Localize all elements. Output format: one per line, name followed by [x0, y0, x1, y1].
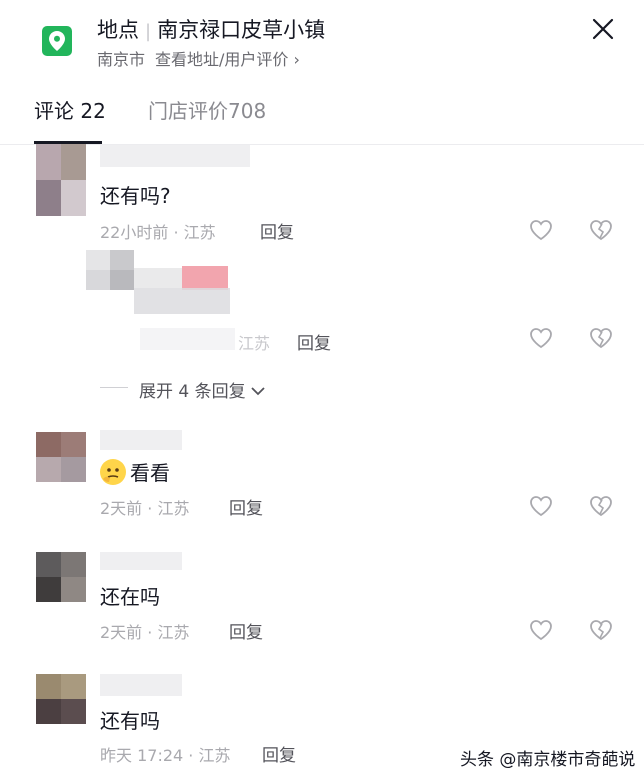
tab-comments[interactable]: 评论 22 [34, 95, 106, 124]
expand-replies-button[interactable]: 展开 4 条回复 [139, 377, 265, 402]
view-address-link[interactable]: 查看地址/用户评价 › [155, 50, 300, 69]
dislike-icon[interactable] [588, 618, 614, 642]
place-subtitle: 南京市 查看地址/用户评价 › [97, 46, 300, 70]
dislike-icon[interactable] [588, 494, 614, 518]
place-title: 地点 | 南京禄口皮草小镇 [97, 18, 326, 42]
heart-icon[interactable] [528, 618, 554, 642]
close-button[interactable] [588, 14, 618, 44]
reply-button[interactable]: 回复 [260, 218, 294, 243]
avatar[interactable] [36, 432, 86, 482]
heart-icon[interactable] [528, 494, 554, 518]
reply-badge-blurred [182, 266, 228, 290]
tab-divider [0, 144, 644, 145]
chevron-down-icon [251, 387, 265, 396]
avatar[interactable] [36, 674, 86, 724]
place-name: 南京禄口皮草小镇 [157, 18, 326, 42]
city-label: 南京市 [97, 50, 146, 69]
tab-store-reviews[interactable]: 门店评价708 [148, 95, 266, 124]
watermark: 头条 @南京楼市奇葩说 [460, 750, 636, 770]
comment-text: 还有吗 [100, 709, 160, 733]
reply-button[interactable]: 回复 [262, 741, 296, 766]
reply-text-blurred [134, 288, 230, 314]
comment-meta: 昨天 17:24 · 江苏 [100, 746, 231, 765]
reply-avatar[interactable] [86, 250, 134, 290]
comment-meta: 2天前 · 江苏 [100, 623, 190, 642]
username-blurred[interactable] [100, 552, 182, 570]
avatar[interactable] [36, 552, 86, 602]
comment-meta: 2天前 · 江苏 [100, 499, 190, 518]
comment-text: 还在吗 [100, 585, 160, 609]
reply-meta-blurred [140, 328, 235, 350]
comment-meta: 22小时前 · 江苏 [100, 223, 216, 242]
dislike-icon[interactable] [588, 326, 614, 350]
expand-replies-label: 展开 4 条回复 [139, 382, 246, 402]
username-blurred[interactable] [100, 145, 250, 167]
comment-text: 还有吗? [100, 184, 171, 208]
comment-text-label: 看看 [130, 461, 170, 485]
reply-meta: 江苏 [238, 334, 271, 353]
heart-icon[interactable] [528, 326, 554, 350]
close-icon [592, 18, 614, 40]
thinking-emoji-icon [100, 459, 126, 485]
location-label: 地点 [97, 18, 139, 42]
username-blurred[interactable] [100, 674, 182, 696]
reply-username-blurred [134, 268, 182, 288]
heart-icon[interactable] [528, 218, 554, 242]
avatar[interactable] [36, 144, 86, 216]
username-blurred[interactable] [100, 430, 182, 450]
reply-button[interactable]: 回复 [229, 618, 263, 643]
reply-button[interactable]: 回复 [297, 329, 331, 354]
expand-divider [100, 387, 128, 388]
reply-button[interactable]: 回复 [229, 494, 263, 519]
comment-text: 看看 [100, 457, 170, 486]
location-pin-icon [42, 26, 72, 56]
dislike-icon[interactable] [588, 218, 614, 242]
